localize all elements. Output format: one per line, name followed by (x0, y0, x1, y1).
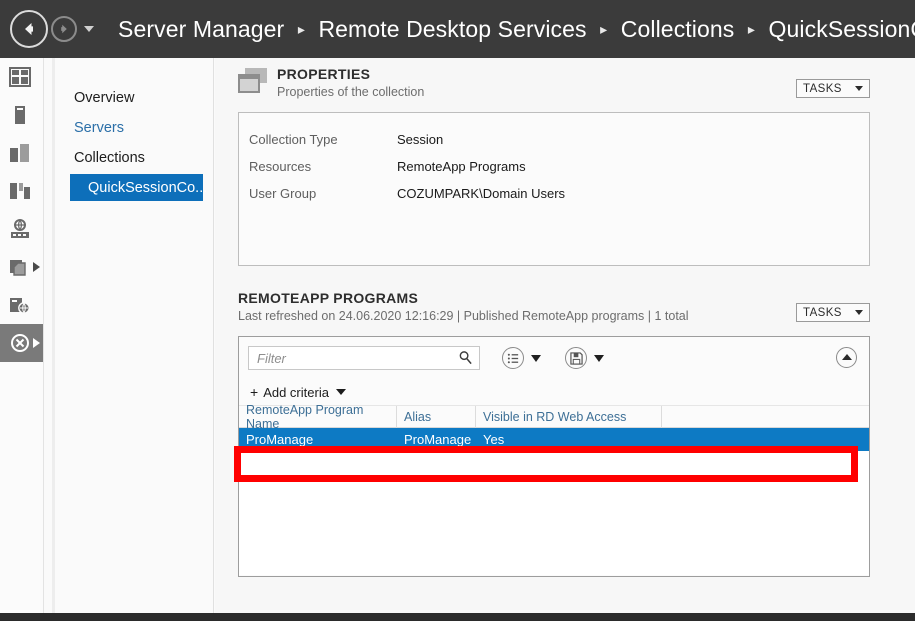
expander-triangle-icon[interactable] (33, 338, 40, 348)
iis-icon (11, 219, 29, 238)
all-servers-icon (10, 144, 29, 162)
filter-bar: Filter (239, 337, 869, 379)
dashboard-icon (9, 67, 31, 87)
remoteapp-section-header: REMOTEAPP PROGRAMS Last refreshed on 24.… (215, 290, 915, 328)
caret-down-icon[interactable] (531, 354, 541, 362)
property-value: Session (397, 132, 444, 147)
query-button-group (502, 347, 541, 369)
chevron-down-icon[interactable] (84, 26, 94, 32)
tree-item-quicksessioncollection[interactable]: QuickSessionCo... (70, 174, 207, 201)
column-header-visible-rd-web-access[interactable]: Visible in RD Web Access (476, 405, 662, 428)
properties-tasks-button[interactable]: TASKS (796, 79, 870, 98)
grid-header-row: RemoteApp Program Name Alias Visible in … (239, 403, 869, 431)
file-storage-services-icon (10, 183, 30, 199)
tree-item-collections[interactable]: Collections (56, 144, 213, 171)
properties-tasks-label: TASKS (803, 82, 842, 95)
tree-navigation: Overview Servers Collections QuickSessio… (56, 58, 214, 613)
property-row: Resources RemoteApp Programs (249, 153, 869, 180)
remoteapp-subtitle: Last refreshed on 24.06.2020 12:16:29 | … (238, 309, 689, 323)
rail-item-local-server[interactable] (0, 96, 43, 134)
rail-item-file-storage-services[interactable] (0, 172, 43, 210)
navigation-arrows (10, 10, 94, 48)
breadcrumb-item-remote-desktop-services[interactable]: Remote Desktop Services (318, 16, 586, 42)
column-header-program-name[interactable]: RemoteApp Program Name (239, 403, 397, 431)
column-header-alias[interactable]: Alias (397, 405, 476, 428)
remoteapp-title: REMOTEAPP PROGRAMS (238, 290, 419, 306)
caret-down-icon[interactable] (594, 354, 604, 362)
bottom-status-bar (0, 613, 915, 621)
save-button-group (565, 347, 604, 369)
caret-down-icon (855, 86, 863, 91)
plus-icon: + (250, 384, 259, 400)
local-server-icon (15, 106, 25, 124)
back-arrow-icon[interactable] (10, 10, 48, 48)
title-bar: Server Manager ▸ Remote Desktop Services… (0, 0, 915, 58)
property-key: Collection Type (249, 132, 338, 147)
cell-alias: ProManage (404, 432, 472, 447)
properties-section-header: PROPERTIES Properties of the collection … (215, 66, 915, 104)
caret-down-icon (335, 389, 346, 395)
properties-panel: Collection Type Session Resources Remote… (238, 112, 870, 266)
icon-rail (0, 58, 44, 613)
collapse-filter-button[interactable] (836, 347, 857, 368)
add-criteria-label: Add criteria (263, 384, 329, 400)
search-icon (458, 350, 473, 370)
breadcrumb-separator-icon: ▸ (600, 20, 608, 37)
breadcrumb: Server Manager ▸ Remote Desktop Services… (118, 16, 915, 43)
remoteapp-grid: Filter + Add criteria RemoteApp Program … (238, 336, 870, 577)
rds-overview-icon (10, 298, 30, 315)
rail-item-all-servers[interactable] (0, 134, 43, 172)
remote-access-icon (10, 260, 26, 276)
remoteapp-tasks-label: TASKS (803, 306, 842, 319)
forward-arrow-icon[interactable] (51, 16, 77, 42)
property-row: Collection Type Session (249, 126, 869, 153)
properties-subtitle: Properties of the collection (277, 85, 425, 99)
cell-visible: Yes (483, 432, 505, 447)
property-key: User Group (249, 186, 317, 201)
property-value: RemoteApp Programs (397, 159, 526, 174)
grid-body: ProManage ProManage Yes (239, 428, 869, 575)
tree-item-servers[interactable]: Servers (56, 114, 213, 141)
expander-triangle-icon[interactable] (33, 262, 40, 272)
rail-item-dashboard[interactable] (0, 58, 43, 96)
breadcrumb-separator-icon: ▸ (297, 20, 305, 37)
column-header-spacer (662, 406, 869, 428)
properties-title: PROPERTIES (277, 66, 371, 82)
cell-program-name: ProManage (246, 432, 314, 447)
breadcrumb-item-collections[interactable]: Collections (621, 16, 735, 42)
breadcrumb-item-quicksessioncollection[interactable]: QuickSessionColle (769, 16, 915, 42)
property-row: User Group COZUMPARK\Domain Users (249, 180, 869, 207)
remote-desktop-services-icon (11, 334, 29, 352)
property-key: Resources (249, 159, 312, 174)
save-floppy-icon[interactable] (565, 347, 587, 369)
search-input-placeholder: Filter (257, 350, 286, 366)
breadcrumb-separator-icon: ▸ (747, 20, 756, 37)
rail-item-rds-overview[interactable] (0, 286, 43, 324)
breadcrumb-item-server-manager[interactable]: Server Manager (118, 16, 284, 42)
query-list-icon[interactable] (502, 347, 524, 369)
rail-item-remote-desktop-services[interactable] (0, 324, 43, 362)
property-value: COZUMPARK\Domain Users (397, 186, 566, 201)
caret-down-icon (855, 310, 863, 315)
tree-item-overview[interactable]: Overview (56, 84, 213, 111)
server-manager-window: Server Manager ▸ Remote Desktop Services… (0, 0, 915, 621)
rail-item-remote-access[interactable] (0, 248, 43, 286)
search-input[interactable]: Filter (248, 346, 480, 370)
content-area: PROPERTIES Properties of the collection … (215, 58, 915, 613)
rail-item-iis[interactable] (0, 210, 43, 248)
rail-divider (52, 58, 55, 613)
remoteapp-tasks-button[interactable]: TASKS (796, 303, 870, 322)
chevron-up-icon (841, 354, 852, 360)
table-row[interactable]: ProManage ProManage Yes (239, 428, 869, 451)
properties-window-icon (238, 68, 268, 95)
